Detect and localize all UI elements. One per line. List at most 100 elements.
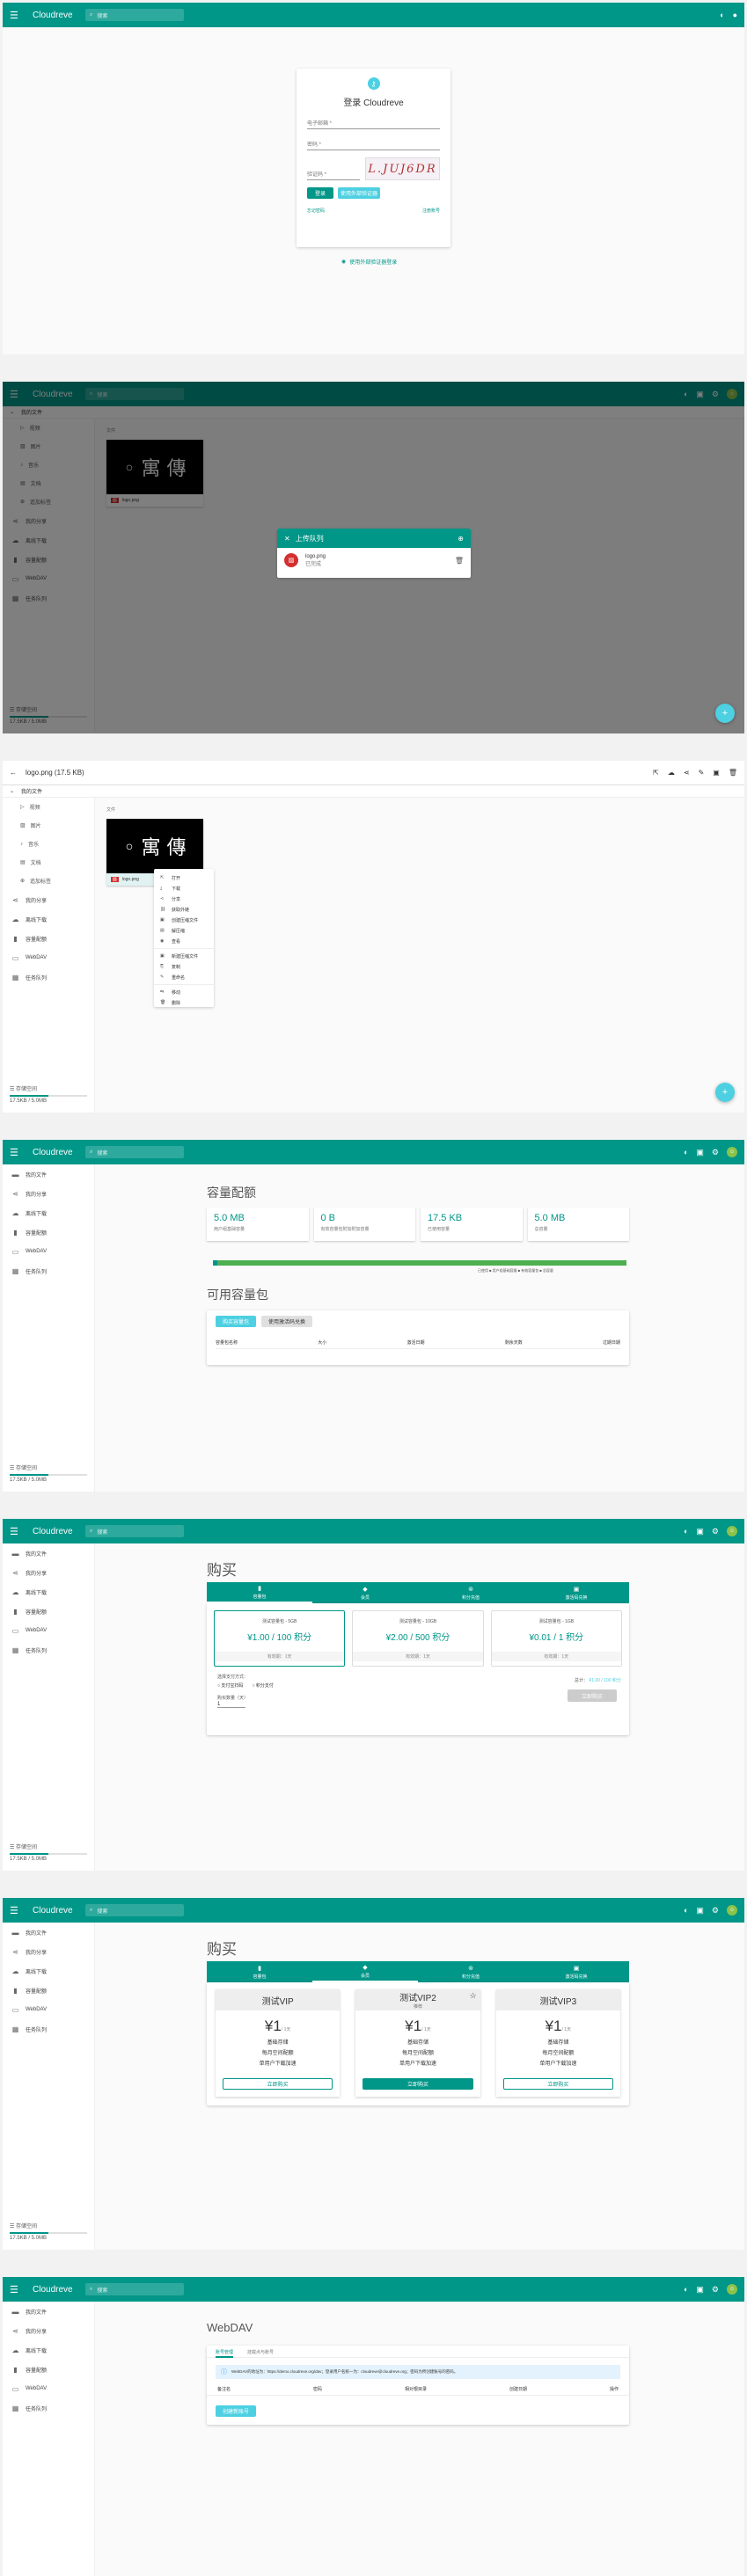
sidebar-item-tasks[interactable]: ▦任务队列 xyxy=(3,1261,94,1281)
search-box[interactable]: ⌕搜索 xyxy=(85,1525,184,1537)
search-box[interactable]: ⌕搜索 xyxy=(85,1146,184,1158)
payment-option-alipay[interactable]: ○ 支付宝扫码 xyxy=(217,1682,243,1689)
purchase-tab[interactable]: ◆ 会员 xyxy=(312,1582,418,1603)
sidebar-item-share[interactable]: ⋖我的分享 xyxy=(3,2321,94,2340)
sidebar-item-webdav[interactable]: ▭WebDAV xyxy=(3,2000,94,2019)
sidebar-item-tasks[interactable]: ▦任务队列 xyxy=(3,2398,94,2418)
delete-icon[interactable]: 🗑 xyxy=(729,769,737,777)
sidebar-item-offline[interactable]: ☁离线下载 xyxy=(3,1582,94,1602)
sidebar-item-image[interactable]: ▨图片 xyxy=(3,816,94,835)
purchase-tab[interactable]: ▣ 激活码兑换 xyxy=(524,1961,629,1982)
plan-buy-button[interactable]: 立即购买 xyxy=(363,2078,473,2090)
avatar[interactable]: ☺ xyxy=(727,1147,737,1157)
purchase-tab[interactable]: ⊚ 积分充值 xyxy=(418,1582,524,1603)
sidebar-item-webdav[interactable]: ▭WebDAV xyxy=(3,1242,94,1261)
sidebar-item-offline[interactable]: ☁离线下载 xyxy=(3,2340,94,2360)
menu-icon[interactable]: ☰ xyxy=(10,1147,26,1158)
purchase-tab[interactable]: ◆ 会员 xyxy=(312,1961,418,1982)
account-icon[interactable]: ● xyxy=(733,11,737,19)
avatar[interactable]: ☺ xyxy=(727,1905,737,1916)
context-menu-item[interactable]: ⎘ 复制 xyxy=(154,961,214,972)
add-icon[interactable]: ⊕ xyxy=(458,535,464,543)
sidebar-item-share[interactable]: ⋖我的分享 xyxy=(3,1942,94,1961)
context-menu-item[interactable]: ✎ 重命名 xyxy=(154,972,214,982)
context-menu-item[interactable]: ⇱ 打开 xyxy=(154,872,214,883)
context-menu-item[interactable]: ▣ 新建压缩文件 xyxy=(154,951,214,961)
theme-icon[interactable]: ◐ xyxy=(684,1148,688,1157)
sidebar-item-storage[interactable]: ▮容量配额 xyxy=(3,929,94,948)
upload-icon[interactable]: ▣ xyxy=(696,1906,704,1916)
theme-icon[interactable]: ◐ xyxy=(684,1906,688,1915)
context-menu-item[interactable]: ⇆ 移动 xyxy=(154,987,214,997)
sidebar-item-tasks[interactable]: ▦任务队列 xyxy=(3,967,94,987)
settings-icon[interactable]: ⚙ xyxy=(712,1148,719,1157)
login-button[interactable]: 登录 xyxy=(307,187,333,199)
sidebar-item-storage[interactable]: ▮容量配额 xyxy=(3,1981,94,2000)
sidebar-item-share[interactable]: ⋖我的分享 xyxy=(3,1184,94,1203)
back-arrow-icon[interactable]: ← xyxy=(10,769,17,777)
sidebar-item-storage[interactable]: ▮容量配额 xyxy=(3,1602,94,1621)
context-menu-item[interactable]: ⛓ 获取外链 xyxy=(154,904,214,915)
forgot-password-link[interactable]: 忘记密码 xyxy=(307,208,325,214)
context-menu-item[interactable]: ▣ 创建压缩文件 xyxy=(154,915,214,925)
quantity-input[interactable]: 1 xyxy=(217,1702,245,1708)
context-menu-item[interactable]: ⋖ 分享 xyxy=(154,894,214,904)
register-link[interactable]: 注册账号 xyxy=(422,208,440,214)
tab-accounts[interactable]: 账号管理 xyxy=(216,2349,234,2358)
passwordless-login[interactable]: ◉ 使用外部验证器登录 xyxy=(341,258,397,266)
sidebar-item-video[interactable]: ▷视频 xyxy=(3,798,94,816)
chevron-down-icon[interactable]: ⌄ xyxy=(10,788,14,794)
upload-icon[interactable]: ▣ xyxy=(696,1527,704,1536)
context-menu-item[interactable]: ⤓ 下载 xyxy=(154,883,214,894)
purchase-tab[interactable]: ▮ 容量包 xyxy=(207,1582,312,1603)
sidebar-item-offline[interactable]: ☁离线下载 xyxy=(3,1203,94,1222)
sidebar-item-my-files[interactable]: ▬ 我的文件 xyxy=(3,1543,94,1563)
context-menu-item[interactable]: 🗑 删除 xyxy=(154,997,214,1008)
search-box[interactable]: ⌕搜索 xyxy=(85,2283,184,2295)
create-account-button[interactable]: 创建新账号 xyxy=(216,2405,256,2417)
menu-icon[interactable]: ☰ xyxy=(10,1526,26,1537)
theme-icon[interactable]: ◐ xyxy=(684,1527,688,1536)
download-icon[interactable]: ☁ xyxy=(668,769,675,777)
purchase-tab[interactable]: ⊚ 积分充值 xyxy=(418,1961,524,1982)
sidebar-item-tags[interactable]: ⊕追加标签 xyxy=(3,872,94,890)
buy-now-button[interactable]: 立即购买 xyxy=(568,1689,617,1702)
menu-icon[interactable]: ☰ xyxy=(10,2284,26,2295)
menu-icon[interactable]: ☰ xyxy=(10,1905,26,1916)
buy-pack-button[interactable]: 购买容量包 xyxy=(216,1316,256,1327)
settings-icon[interactable]: ⚙ xyxy=(712,2285,719,2295)
sidebar-item-my-files[interactable]: ▬ 我的文件 xyxy=(3,1923,94,1942)
tab-mounts[interactable]: 挂载点与账号 xyxy=(247,2349,274,2357)
sidebar-item-webdav[interactable]: ▭WebDAV xyxy=(3,1621,94,1640)
context-menu-item[interactable]: ▤ 解压缩 xyxy=(154,925,214,936)
avatar[interactable]: ☺ xyxy=(727,2284,737,2295)
redeem-button[interactable]: 使用激活码兑换 xyxy=(261,1316,312,1327)
sidebar-item-webdav[interactable]: ▭WebDAV xyxy=(3,948,94,967)
sidebar-item-webdav[interactable]: ▭WebDAV xyxy=(3,2379,94,2398)
sidebar-item-document[interactable]: ▤文档 xyxy=(3,853,94,872)
avatar[interactable]: ☺ xyxy=(727,1526,737,1536)
sidebar-item-storage[interactable]: ▮容量配额 xyxy=(3,2360,94,2379)
rename-icon[interactable]: ✎ xyxy=(699,769,705,777)
pack-option[interactable]: 测试容量包 - 10GB ¥2.00 / 500 积分 有效期：1天 xyxy=(352,1610,484,1667)
captcha-field[interactable]: 验证码 * xyxy=(307,166,360,180)
sidebar-item-my-files[interactable]: ▬ 我的文件 xyxy=(3,1164,94,1184)
sidebar-item-offline[interactable]: ☁离线下载 xyxy=(3,1961,94,1981)
captcha-image[interactable]: L.JUJ6DR xyxy=(365,157,440,180)
settings-icon[interactable]: ⚙ xyxy=(712,1527,719,1536)
upload-fab[interactable]: + xyxy=(715,704,735,723)
share-icon[interactable]: ⋖ xyxy=(684,769,690,777)
plan-buy-button[interactable]: 立即购买 xyxy=(223,2078,333,2090)
open-icon[interactable]: ⇱ xyxy=(653,769,659,777)
pack-option[interactable]: 测试容量包 - 1GB ¥0.01 / 1 积分 有效期：1天 xyxy=(490,1610,622,1667)
upload-icon[interactable]: ▣ xyxy=(696,2285,704,2295)
sidebar-item-share[interactable]: ⋖我的分享 xyxy=(3,1563,94,1582)
email-field[interactable]: 电子邮箱 * xyxy=(307,115,440,129)
payment-option-points[interactable]: ○ 积分支付 xyxy=(252,1682,273,1689)
pack-option[interactable]: 测试容量包 - 5GB ¥1.00 / 100 积分 有效期：1天 xyxy=(214,1610,346,1667)
breadcrumb[interactable]: 我的文件 xyxy=(21,787,42,795)
menu-icon[interactable]: ☰ xyxy=(10,10,26,21)
info-icon[interactable]: ▣ xyxy=(713,769,720,777)
context-menu-item[interactable]: ◉ 查看 xyxy=(154,936,214,946)
purchase-tab[interactable]: ▣ 激活码兑换 xyxy=(524,1582,629,1603)
